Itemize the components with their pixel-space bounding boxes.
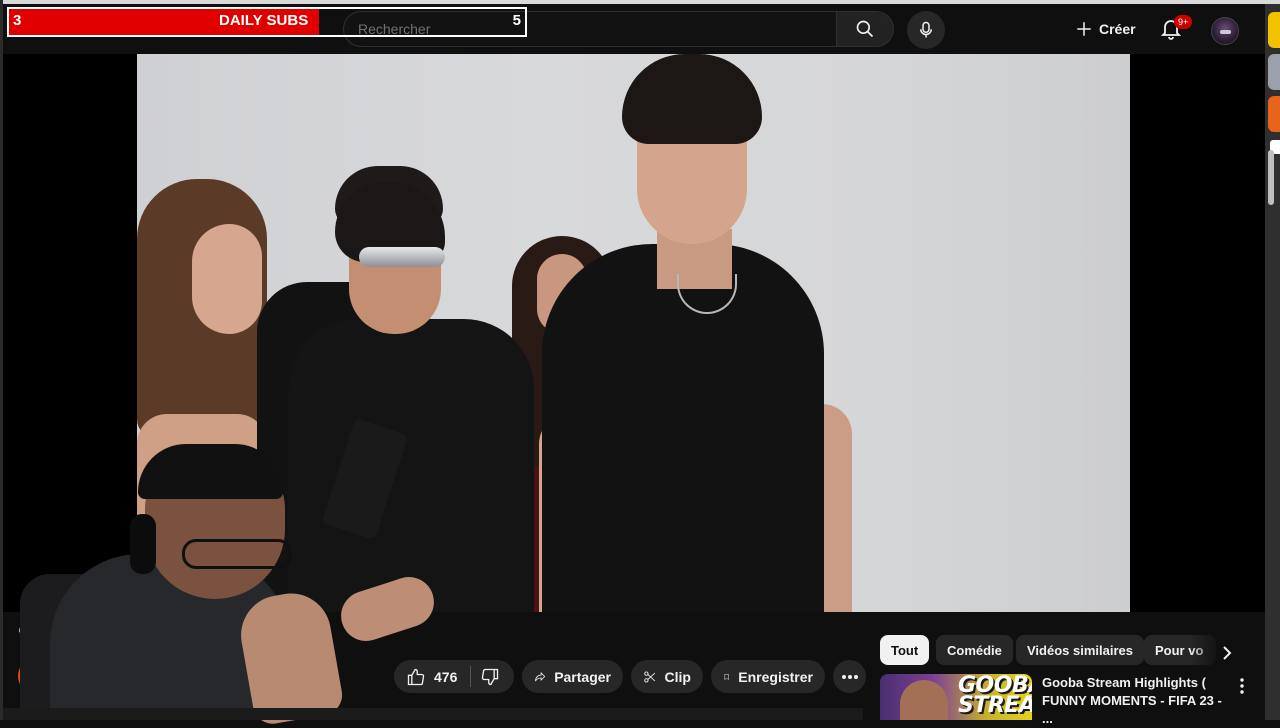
share-label: Partager [554, 668, 611, 685]
webcam-glasses [182, 539, 292, 569]
page-scrollbar[interactable] [1268, 150, 1274, 205]
extension-tab-yellow[interactable] [1268, 12, 1280, 48]
chip-comedy[interactable]: Comédie [936, 635, 1013, 665]
account-avatar[interactable] [1211, 17, 1239, 45]
thumbnail-face [900, 680, 948, 720]
webcam-hand-raised [334, 570, 441, 648]
streamer-webcam [20, 444, 441, 727]
overlay-current-count: 3 [13, 12, 22, 29]
chip-all[interactable]: Tout [880, 635, 930, 665]
recommendation-menu-button[interactable] [1234, 676, 1250, 696]
microphone-icon [920, 21, 932, 38]
extension-tab-grey[interactable] [1268, 54, 1280, 90]
more-vertical-icon [1240, 678, 1244, 694]
voice-search-button[interactable] [907, 11, 945, 49]
thumbnail-text-line2: STREAM [958, 693, 1032, 718]
create-label: Créer [1099, 21, 1136, 37]
clip-button[interactable]: Clip [631, 660, 703, 693]
overlay-goal-count: 5 [512, 12, 521, 29]
search-button[interactable] [836, 11, 894, 47]
webcam-headset [130, 514, 156, 574]
dislike-button[interactable] [472, 660, 514, 693]
notification-badge: 9+ [1174, 15, 1193, 29]
chip-similar-videos[interactable]: Vidéos similaires [1016, 635, 1144, 665]
recommendation-thumbnail[interactable]: GOOBA STREAM [880, 674, 1032, 720]
like-divider [470, 666, 471, 687]
daily-subs-overlay: 3 DAILY SUBS 5 [7, 7, 527, 37]
webcam-hair [138, 444, 283, 499]
description-box-edge [3, 708, 863, 720]
more-actions-button[interactable] [833, 660, 866, 693]
share-button[interactable]: Partager [522, 660, 623, 693]
clip-label: Clip [664, 668, 691, 685]
thumbnail-text: GOOBA STREAM [958, 675, 1032, 718]
person-left-face [192, 224, 262, 334]
share-icon [535, 671, 546, 681]
thumbs-down-icon [481, 668, 499, 685]
more-horizontal-icon [841, 674, 858, 679]
bookmark-icon [724, 673, 729, 680]
person-center-hair [622, 54, 762, 144]
scissors-icon [644, 670, 656, 683]
overlay-title: DAILY SUBS [219, 12, 309, 29]
extension-tab-orange[interactable] [1268, 96, 1280, 132]
search-icon [856, 20, 874, 38]
create-button[interactable]: Créer [1067, 14, 1144, 44]
chevron-right-icon [1223, 646, 1232, 660]
background-wall [857, 54, 1130, 612]
plus-icon [1077, 22, 1091, 36]
sunglasses [359, 247, 445, 267]
save-label: Enregistrer [738, 668, 813, 685]
chips-next-button[interactable] [1214, 640, 1240, 666]
save-button[interactable]: Enregistrer [711, 660, 825, 693]
app-window: Rechercher Créer 9+ 3 DAILY SUBS 5 476 P… [0, 0, 1280, 727]
